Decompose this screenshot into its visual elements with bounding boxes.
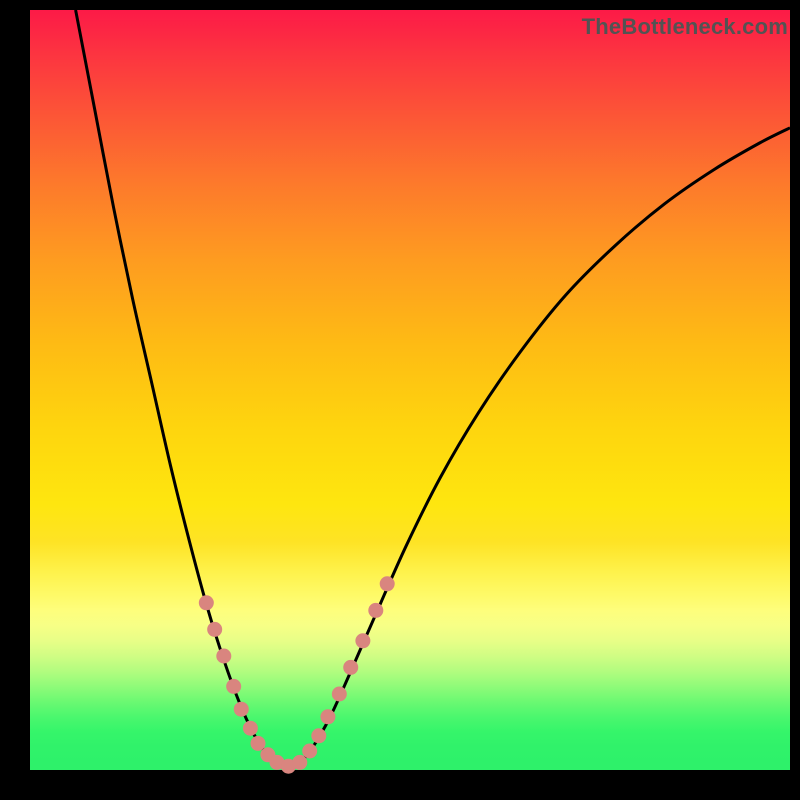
data-dot (243, 721, 258, 736)
data-dot (226, 679, 241, 694)
data-dot (332, 687, 347, 702)
data-dot (292, 755, 307, 770)
chart-svg (30, 10, 790, 770)
bottleneck-curve (76, 10, 790, 766)
data-dot (355, 633, 370, 648)
data-dot (199, 595, 214, 610)
data-dot (311, 728, 326, 743)
data-dot (251, 736, 266, 751)
data-dot (368, 603, 383, 618)
data-dot (320, 709, 335, 724)
data-dot (234, 702, 249, 717)
data-dot (207, 622, 222, 637)
data-dot (302, 744, 317, 759)
data-dot (380, 576, 395, 591)
data-dot (343, 660, 358, 675)
data-dot (216, 649, 231, 664)
